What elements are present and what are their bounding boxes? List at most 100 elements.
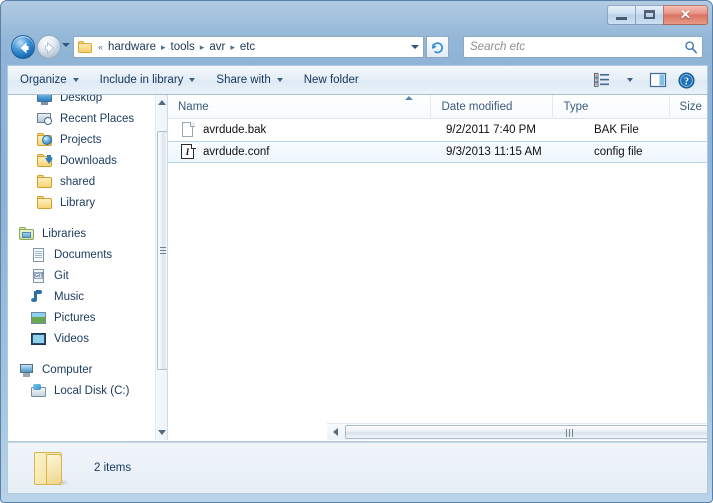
- views-dropdown-button[interactable]: [617, 69, 643, 91]
- svg-text:?: ?: [683, 76, 688, 87]
- minimize-icon: [616, 16, 627, 20]
- preview-pane-button[interactable]: [645, 69, 671, 91]
- sidebar-item-pictures[interactable]: Pictures: [8, 307, 155, 328]
- close-button[interactable]: ✕: [663, 4, 708, 25]
- refresh-icon: [431, 41, 443, 53]
- sidebar-item-label: shared: [60, 175, 96, 188]
- column-header-label: Date modified: [441, 100, 513, 113]
- minimize-button[interactable]: [607, 4, 636, 25]
- sidebar-item-label: Computer: [42, 363, 93, 376]
- scroll-left-button[interactable]: [327, 424, 343, 440]
- monitor-icon: [36, 95, 54, 106]
- sidebar-item-projects[interactable]: Projects: [8, 129, 155, 150]
- breadcrumb-separator[interactable]: ▸: [159, 42, 168, 53]
- sidebar-item-label: Downloads: [60, 154, 117, 167]
- maximize-icon: [644, 10, 655, 19]
- sidebar-item-label: Documents: [54, 248, 113, 261]
- organize-button[interactable]: Organize: [11, 70, 88, 90]
- sidebar-item-label: Projects: [60, 133, 102, 146]
- column-headers: Name Date modified Type Size: [168, 95, 707, 119]
- table-row[interactable]: avrdude.bak 9/2/2011 7:40 PM BAK File: [168, 119, 707, 141]
- videos-icon: [30, 331, 48, 347]
- sidebar-item-label: Recent Places: [60, 112, 135, 125]
- file-list-horizontal-scrollbar[interactable]: [327, 423, 707, 440]
- breadcrumb-separator[interactable]: ▸: [228, 42, 237, 53]
- chevron-down-icon: [410, 45, 419, 49]
- column-header-type[interactable]: Type: [553, 95, 670, 118]
- help-icon: ?: [677, 71, 695, 89]
- documents-icon: [30, 247, 48, 263]
- explorer-window: ✕ « hardware ▸ tools ▸ avr ▸ etc Search …: [0, 0, 713, 503]
- scroll-up-button[interactable]: [156, 95, 167, 110]
- breadcrumb-hardware[interactable]: hardware: [105, 40, 159, 54]
- sidebar-item-local-disk-c[interactable]: Local Disk (C:): [8, 380, 155, 401]
- back-arrow-icon: [20, 42, 29, 54]
- refresh-button[interactable]: [426, 36, 449, 58]
- search-box[interactable]: Search etc: [463, 36, 703, 58]
- breadcrumb-avr[interactable]: avr: [206, 40, 228, 54]
- breadcrumb-tools[interactable]: tools: [168, 40, 198, 54]
- help-button[interactable]: ?: [673, 69, 699, 91]
- file-list[interactable]: avrdude.bak 9/2/2011 7:40 PM BAK File I …: [168, 119, 707, 416]
- sidebar-item-music[interactable]: Music: [8, 286, 155, 307]
- views-button[interactable]: [589, 69, 615, 91]
- sidebar-item-recent-places[interactable]: Recent Places: [8, 108, 155, 129]
- maximize-button[interactable]: [635, 4, 664, 25]
- address-folder-icon: [78, 41, 92, 53]
- chevron-down-icon: [276, 78, 283, 82]
- column-header-label: Type: [563, 100, 589, 113]
- include-in-library-button[interactable]: Include in library: [91, 70, 205, 90]
- column-header-date-modified[interactable]: Date modified: [431, 95, 554, 118]
- sidebar-item-label: Libraries: [42, 227, 87, 240]
- sidebar-item-label: Music: [54, 290, 85, 303]
- share-with-button[interactable]: Share with: [207, 70, 291, 90]
- folder-icon: [30, 449, 72, 487]
- forward-button[interactable]: [37, 35, 61, 59]
- file-date-cell: 9/3/2013 11:15 AM: [446, 146, 542, 158]
- sidebar-item-shared[interactable]: shared: [8, 171, 155, 192]
- recent-locations-dropdown[interactable]: [62, 43, 70, 47]
- views-icon: [594, 73, 609, 87]
- navigation-tree: Desktop Recent Places Projects Downloads: [8, 95, 155, 401]
- column-header-size[interactable]: Size: [670, 95, 707, 118]
- sidebar-item-documents[interactable]: Documents: [8, 244, 155, 265]
- file-type-cell: BAK File: [594, 124, 639, 136]
- back-button[interactable]: [11, 35, 35, 59]
- file-list-pane: Name Date modified Type Size avrdude.bak…: [167, 95, 707, 440]
- chevron-down-icon: [189, 78, 196, 82]
- sidebar-item-label: Git: [54, 269, 69, 282]
- breadcrumb-overflow[interactable]: «: [96, 42, 105, 52]
- column-header-name[interactable]: Name: [168, 95, 432, 118]
- music-icon: [30, 289, 48, 305]
- computer-icon: [18, 362, 36, 378]
- scroll-down-button[interactable]: [156, 425, 167, 440]
- scrollbar-grip: [566, 429, 574, 437]
- include-in-library-label: Include in library: [99, 74, 184, 86]
- sidebar-item-computer[interactable]: Computer: [8, 359, 155, 380]
- scrollbar-thumb[interactable]: [345, 425, 707, 439]
- navigation-pane-scrollbar[interactable]: [155, 95, 167, 440]
- blank-file-icon: [180, 122, 196, 138]
- column-header-label: Name: [178, 100, 209, 113]
- scrollbar-thumb[interactable]: [157, 131, 167, 370]
- organize-label: Organize: [20, 74, 67, 86]
- sidebar-item-library[interactable]: Library: [8, 192, 155, 213]
- projects-folder-icon: [36, 132, 54, 148]
- sidebar-item-label: Local Disk (C:): [54, 384, 130, 397]
- sidebar-item-libraries[interactable]: Libraries: [8, 223, 155, 244]
- new-folder-button[interactable]: New folder: [295, 70, 368, 90]
- table-row[interactable]: I avrdude.conf 9/3/2013 11:15 AM config …: [168, 141, 707, 163]
- search-input[interactable]: Search etc: [464, 41, 680, 53]
- breadcrumb-etc[interactable]: etc: [237, 40, 258, 54]
- sidebar-item-git[interactable]: GIT Git: [8, 265, 155, 286]
- sidebar-item-downloads[interactable]: Downloads: [8, 150, 155, 171]
- sidebar-item-videos[interactable]: Videos: [8, 328, 155, 349]
- close-icon: ✕: [680, 7, 691, 22]
- breadcrumb-separator[interactable]: ▸: [198, 42, 207, 53]
- address-bar[interactable]: « hardware ▸ tools ▸ avr ▸ etc: [73, 36, 423, 58]
- forward-arrow-icon: [45, 41, 54, 55]
- triangle-down-icon: [158, 430, 166, 435]
- sidebar-item-desktop[interactable]: Desktop: [8, 95, 155, 108]
- file-name: avrdude.bak: [203, 124, 267, 136]
- address-dropdown-button[interactable]: [406, 36, 424, 58]
